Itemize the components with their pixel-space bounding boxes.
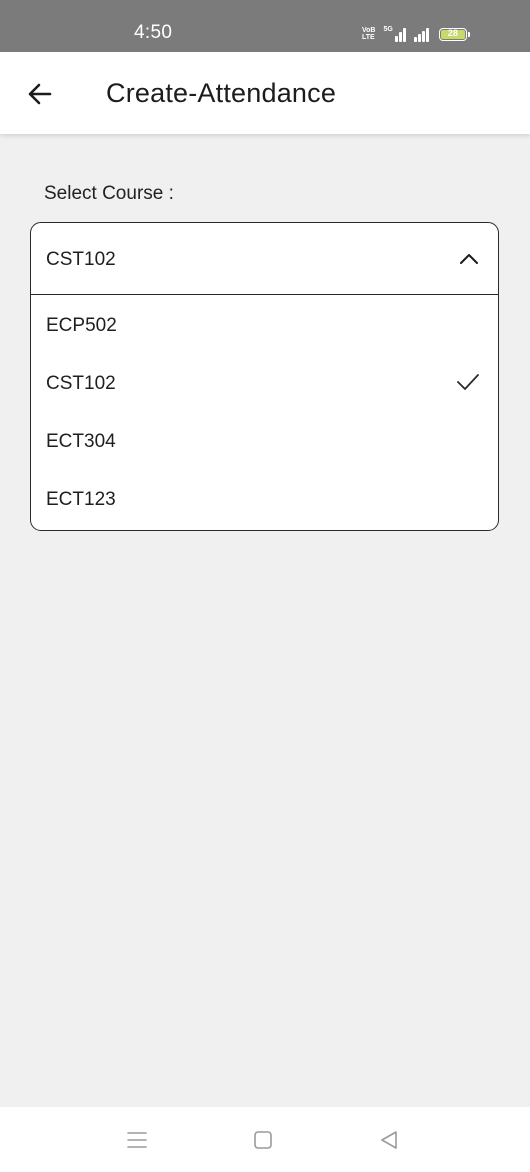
signal-bars-icon	[413, 26, 429, 42]
signal-5g-icon: 5G	[383, 26, 406, 42]
battery-icon: 28	[438, 27, 470, 41]
system-nav-bar	[0, 1107, 530, 1172]
course-option-label: ECP502	[46, 315, 117, 336]
home-square-icon[interactable]	[250, 1127, 276, 1153]
course-dropdown: CST102 ECP502 CST102 ECT304 ECT123	[30, 222, 499, 531]
selected-course-value: CST102	[46, 249, 116, 270]
battery-level: 28	[447, 27, 458, 38]
volte-icon: VoB LTE	[362, 27, 375, 41]
back-triangle-icon[interactable]	[376, 1127, 402, 1153]
course-option-ect304[interactable]: ECT304	[31, 413, 498, 471]
course-select-label: Select Course :	[44, 183, 174, 204]
course-option-ecp502[interactable]: ECP502	[31, 297, 498, 355]
status-icons: VoB LTE 5G 28	[362, 24, 470, 44]
course-option-ect123[interactable]: ECT123	[31, 471, 498, 529]
course-option-cst102[interactable]: CST102	[31, 355, 498, 413]
network-tag: 5G	[383, 26, 393, 33]
status-time: 4:50	[134, 22, 173, 43]
app-bar: Create-Attendance	[0, 52, 530, 134]
course-option-label: CST102	[46, 373, 116, 394]
course-option-label: ECT304	[46, 431, 116, 452]
course-select-field[interactable]: CST102	[31, 223, 498, 295]
volte-bottom-label: LTE	[362, 34, 375, 41]
menu-icon[interactable]	[124, 1127, 150, 1153]
check-icon	[457, 374, 479, 390]
volte-top-label: VoB	[362, 27, 376, 34]
chevron-up-icon[interactable]	[458, 251, 480, 267]
back-button[interactable]	[24, 78, 56, 110]
page-title: Create-Attendance	[106, 78, 337, 108]
arrow-left-icon	[28, 83, 52, 105]
status-bar: 4:50 VoB LTE 5G 28	[0, 0, 530, 52]
course-option-label: ECT123	[46, 489, 116, 510]
